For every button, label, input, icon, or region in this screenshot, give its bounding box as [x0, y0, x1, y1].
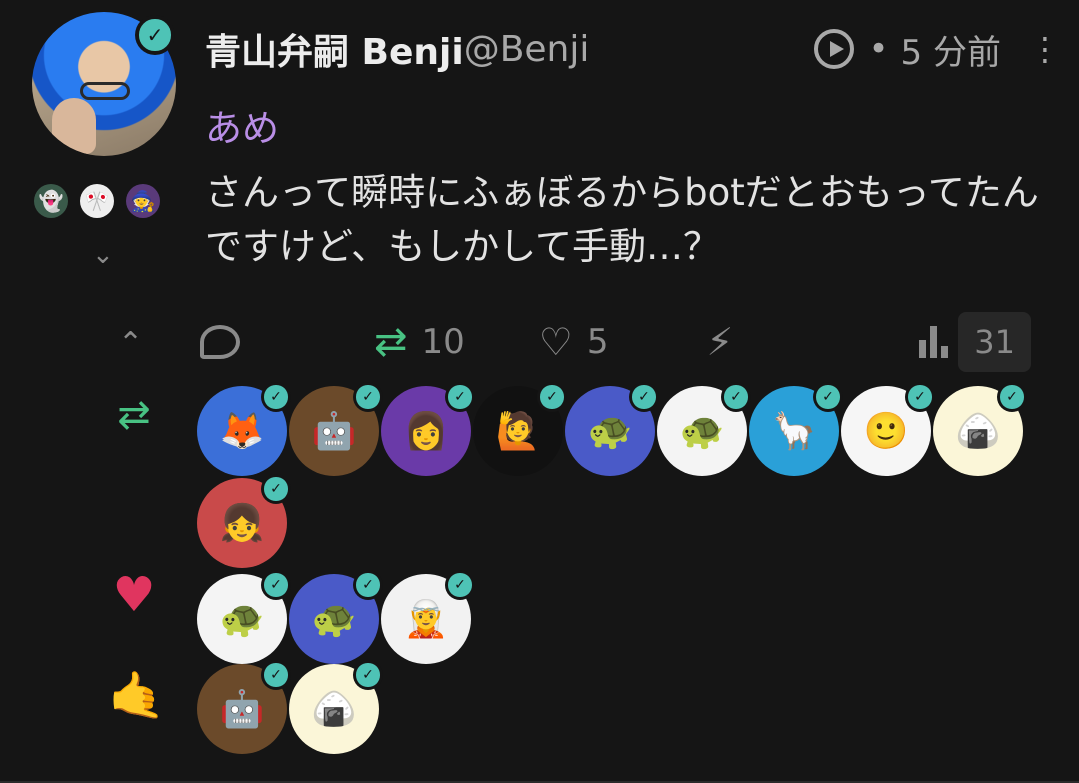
- reply-icon: [200, 325, 240, 359]
- author-handle[interactable]: @Benji: [464, 29, 590, 70]
- verified-icon: ✓: [261, 474, 291, 504]
- like-button[interactable]: ♡ 5: [539, 320, 609, 364]
- view-count: 31: [958, 312, 1031, 372]
- booster-avatar-robot[interactable]: 🤖 ✓: [289, 382, 383, 476]
- verified-icon: ✓: [353, 570, 383, 600]
- action-bar: ⇄ 10 ♡ 5 ⚡ 31: [200, 310, 1031, 374]
- booster-avatar-fez-man[interactable]: 🙂 ✓: [841, 382, 935, 476]
- booster-avatar-phone-man[interactable]: 🙋 ✓: [473, 382, 567, 476]
- boost-button[interactable]: ⇄ 10: [374, 319, 465, 365]
- verified-icon: ✓: [997, 382, 1027, 412]
- post-time[interactable]: 5 分前: [901, 25, 1001, 74]
- booster-avatar-alpaca[interactable]: 🦙 ✓: [749, 382, 843, 476]
- boost-reaction-icon: ⇄: [117, 392, 151, 438]
- verified-icon: ✓: [353, 382, 383, 412]
- author-display-name[interactable]: 青山弁嗣 Benji: [205, 23, 464, 75]
- like-count: 5: [586, 322, 609, 362]
- liker-avatar-turtle[interactable]: 🐢 ✓: [197, 570, 291, 664]
- hand-reactor-avatar-robot[interactable]: 🤖 ✓: [197, 660, 291, 754]
- bolt-button[interactable]: ⚡: [707, 320, 734, 364]
- content-warning[interactable]: あめ: [205, 98, 279, 152]
- verified-icon: ✓: [261, 382, 291, 412]
- verified-icon: ✓: [537, 382, 567, 412]
- verified-icon: ✓: [445, 382, 475, 412]
- booster-avatar-anime-girl[interactable]: 👧 ✓: [197, 474, 291, 568]
- more-options-icon[interactable]: ⋮: [1029, 33, 1061, 65]
- verified-icon: ✓: [261, 660, 291, 690]
- booster-avatar-fox[interactable]: 🦊 ✓: [197, 382, 291, 476]
- reply-button[interactable]: [200, 325, 240, 359]
- booster-avatar-turtle[interactable]: 🐢 ✓: [657, 382, 751, 476]
- glasses-detail: [80, 82, 130, 100]
- boost-icon: ⇄: [374, 319, 408, 365]
- verified-icon: ✓: [629, 382, 659, 412]
- verified-icon: ✓: [721, 382, 751, 412]
- boosters-list: 🦊 ✓ 🤖 ✓ 👩 ✓ 🙋 ✓ 🐢 ✓ 🐢 ✓ 🦙 ✓ 🙂 ✓ 🍙 ✓ 👧 ✓: [197, 382, 1047, 568]
- liker-avatar-white-hair[interactable]: 🧝 ✓: [381, 570, 475, 664]
- chevron-up-icon[interactable]: ⌃: [118, 326, 143, 361]
- booster-avatar-turtle-helmet[interactable]: 🐢 ✓: [565, 382, 659, 476]
- post-body: さんって瞬時にふぁぼるからbotだとおもってたんですけど、もしかして手動…？: [205, 171, 1039, 268]
- hand-reactor-avatar-onigiri[interactable]: 🍙 ✓: [289, 660, 383, 754]
- verified-icon: ✓: [135, 15, 175, 55]
- post-card: ✓ 青山弁嗣 Benji @Benji • 5 分前 ⋮ あめ さんって瞬時にふ…: [0, 0, 1079, 783]
- bolt-icon: ⚡: [706, 320, 734, 364]
- heart-reaction-icon: ♥: [112, 567, 156, 623]
- bar-chart-icon: [919, 326, 949, 358]
- chevron-down-icon[interactable]: ⌄: [92, 240, 114, 270]
- boost-count: 10: [421, 322, 465, 362]
- flags-emoji[interactable]: 🎌: [80, 184, 114, 218]
- hood-emoji[interactable]: 🧙: [126, 184, 160, 218]
- verified-icon: ✓: [905, 382, 935, 412]
- liker-avatar-turtle-helmet[interactable]: 🐢 ✓: [289, 570, 383, 664]
- heart-outline-icon: ♡: [538, 320, 573, 364]
- booster-avatar-purple-girl[interactable]: 👩 ✓: [381, 382, 475, 476]
- verified-icon: ✓: [813, 382, 843, 412]
- hand-detail: [52, 98, 96, 154]
- hand-reactors-list: 🤖 ✓ 🍙 ✓: [197, 660, 1047, 754]
- verified-icon: ✓: [445, 570, 475, 600]
- verified-icon: ✓: [261, 570, 291, 600]
- hand-reaction-icon: 🤙: [108, 668, 166, 722]
- stats-button[interactable]: 31: [919, 312, 1031, 372]
- verified-icon: ✓: [353, 660, 383, 690]
- likers-list: 🐢 ✓ 🐢 ✓ 🧝 ✓: [197, 570, 1047, 664]
- mini-emoji-row: 👻 🎌 🧙: [34, 184, 160, 218]
- booster-avatar-onigiri[interactable]: 🍙 ✓: [933, 382, 1027, 476]
- play-icon[interactable]: [814, 29, 855, 69]
- ghost-emoji[interactable]: 👻: [34, 184, 68, 218]
- post-header: 青山弁嗣 Benji @Benji • 5 分前 ⋮: [205, 23, 1061, 75]
- post-meta: • 5 分前 ⋮: [814, 25, 1061, 74]
- meta-separator: •: [868, 29, 889, 69]
